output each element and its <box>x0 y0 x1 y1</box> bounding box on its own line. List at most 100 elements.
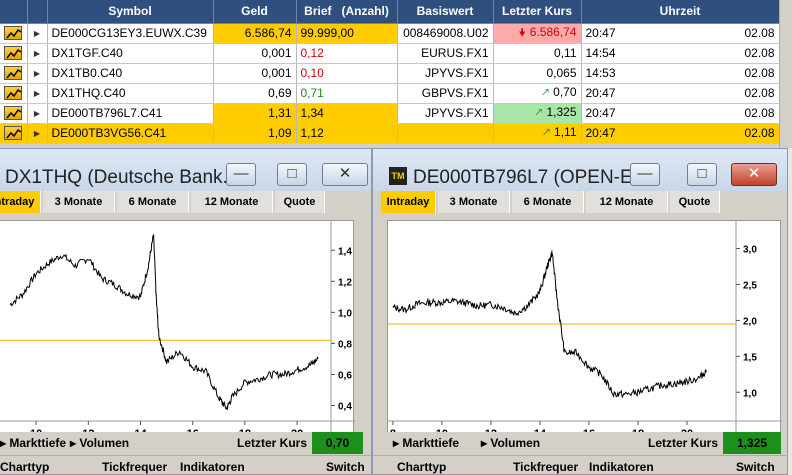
close-button[interactable]: ✕ <box>731 163 777 186</box>
letzter-kurs-label: Letzter Kurs <box>648 436 719 450</box>
intraday-chart[interactable]: 1,41,21,00,80,60,4101214161820 <box>0 220 355 445</box>
date-value: 02.08 <box>744 26 775 40</box>
table-row[interactable]: ▶ DE000CG13EY3.EUWX.C39 6.586,74 99.999,00 0… <box>0 23 780 44</box>
time-value: 14:54 <box>585 46 616 60</box>
cell-uhrzeit: 20:47 02.08 <box>581 123 780 144</box>
trend-up-icon: 🡕 <box>541 86 550 99</box>
cell-geld: 0,001 <box>213 63 297 84</box>
minimize-button[interactable]: — <box>226 163 256 186</box>
chart-window-dx1thq: DX1THQ (Deutsche Bank... — □ ✕ Intraday3… <box>0 148 372 475</box>
header-uhrzeit[interactable]: Uhrzeit <box>581 0 780 24</box>
chart-link-icon[interactable] <box>0 23 28 44</box>
cell-symbol: DX1THQ.C40 <box>47 83 214 104</box>
chart-link-icon[interactable] <box>0 123 28 144</box>
date-value: 02.08 <box>744 106 775 120</box>
markttiefe-label: Markttiefe <box>9 436 67 450</box>
charttyp-button[interactable]: Charttyp <box>0 460 49 474</box>
row-expand-icon[interactable]: ▶ <box>27 23 48 44</box>
tickfrequenz-button[interactable]: Tickfrequer <box>102 460 167 474</box>
table-header-row: Symbol Geld Brief (Anzahl) Basiswert Let… <box>0 0 780 24</box>
tab-intraday[interactable]: Intraday <box>381 191 436 213</box>
chart-link-icon[interactable] <box>0 43 28 64</box>
cell-basiswert: GBPVS.FX1 <box>397 83 494 104</box>
volumen-toggle[interactable]: ▸ Volumen <box>481 436 540 450</box>
header-letzter-kurs[interactable]: Letzter Kurs <box>493 0 582 24</box>
cell-brief: 1,12 <box>296 123 398 144</box>
tab-quote[interactable]: Quote <box>275 191 325 213</box>
header-geld[interactable]: Geld <box>213 0 297 24</box>
y-tick-label: 1,2 <box>338 277 352 288</box>
tickfrequenz-button[interactable]: Tickfrequer <box>513 460 578 474</box>
y-tick-label: 1,5 <box>743 352 757 363</box>
chart-svg: 3,02,52,01,51,08101214161820 <box>388 221 782 445</box>
status-bar: ▸ Markttiefe ▸ Volumen Letzter Kurs 1,32… <box>373 432 787 454</box>
date-value: 02.08 <box>744 66 775 80</box>
row-expand-icon[interactable]: ▶ <box>27 43 48 64</box>
cell-symbol: DX1TGF.C40 <box>47 43 214 64</box>
chart-link-icon[interactable] <box>0 83 28 104</box>
minimize-button[interactable]: — <box>630 163 660 186</box>
cell-basiswert: EURUS.FX1 <box>397 43 494 64</box>
trend-down-icon: 🠟 <box>518 26 526 39</box>
markttiefe-toggle[interactable]: ▸ Markttiefe <box>393 436 459 450</box>
indikatoren-button[interactable]: Indikatoren <box>180 460 245 474</box>
tab-12-monate[interactable]: 12 Monate <box>191 191 273 213</box>
table-row[interactable]: ▶ DX1TB0.C40 0,001 0,10 JPYVS.FX1 0,065 14:53 0… <box>0 63 780 84</box>
cell-geld: 0,001 <box>213 43 297 64</box>
trend-up-icon: 🡕 <box>535 106 543 119</box>
time-value: 20:47 <box>585 86 616 100</box>
cell-uhrzeit: 14:54 02.08 <box>581 43 780 64</box>
date-value: 02.08 <box>744 46 775 60</box>
table-row[interactable]: ▶ DX1TGF.C40 0,001 0,12 EURUS.FX1 0,11 14:54 02… <box>0 43 780 64</box>
row-expand-icon[interactable]: ▶ <box>27 123 48 144</box>
cell-brief: 1,34 <box>296 103 398 124</box>
table-row[interactable]: ▶ DE000TB3VG56.C41 1,09 1,12 🡕 1,11 20:47 02.08 <box>0 123 780 144</box>
chart-link-icon[interactable] <box>0 103 28 124</box>
chart-window-de000tb796l7: TM DE000TB796L7 (OPEN-E... — □ ✕ Intrada… <box>372 148 788 475</box>
tab-3-monate[interactable]: 3 Monate <box>43 191 115 213</box>
table-scrollbar[interactable] <box>779 0 792 148</box>
maximize-button[interactable]: □ <box>687 163 717 186</box>
time-value: 20:47 <box>585 106 616 120</box>
time-value: 20:47 <box>585 26 616 40</box>
header-basiswert[interactable]: Basiswert <box>397 0 494 24</box>
tab-6-monate[interactable]: 6 Monate <box>117 191 189 213</box>
header-symbol[interactable]: Symbol <box>47 0 214 24</box>
row-expand-icon[interactable]: ▶ <box>27 103 48 124</box>
chart-link-icon[interactable] <box>0 63 28 84</box>
row-expand-icon[interactable]: ▶ <box>27 63 48 84</box>
y-tick-label: 0,4 <box>338 401 352 412</box>
switch-button[interactable]: Switch <box>736 460 775 474</box>
header-brief[interactable]: Brief (Anzahl) <box>296 0 398 24</box>
close-button[interactable]: ✕ <box>322 163 368 186</box>
volumen-toggle[interactable]: ▸ Volumen <box>70 436 129 450</box>
cell-symbol: DE000TB796L7.C41 <box>47 103 214 124</box>
row-expand-icon[interactable]: ▶ <box>27 83 48 104</box>
tab-6-monate[interactable]: 6 Monate <box>512 191 584 213</box>
tab-quote[interactable]: Quote <box>670 191 720 213</box>
app-logo-icon: TM <box>389 167 407 185</box>
intraday-chart[interactable]: 3,02,52,01,51,08101214161820 <box>387 220 782 445</box>
header-arrow-col <box>27 0 48 24</box>
last-price-value: 1,325 <box>723 432 781 454</box>
table-row[interactable]: ▶ DX1THQ.C40 0,69 0,71 GBPVS.FX1 🡕 0,70 20:47 02… <box>0 83 780 104</box>
time-value: 20:47 <box>585 126 616 140</box>
cell-brief: 0,10 <box>296 63 398 84</box>
cell-geld: 1,09 <box>213 123 297 144</box>
cell-geld: 0,69 <box>213 83 297 104</box>
indikatoren-button[interactable]: Indikatoren <box>589 460 654 474</box>
tab-3-monate[interactable]: 3 Monate <box>438 191 510 213</box>
header-anzahl-label: (Anzahl) <box>341 4 389 19</box>
maximize-button[interactable]: □ <box>277 163 307 186</box>
table-row[interactable]: ▶ DE000TB796L7.C41 1,31 1,34 JPYVS.FX1 🡕 1,325… <box>0 103 780 124</box>
cell-brief: 0,12 <box>296 43 398 64</box>
markttiefe-toggle[interactable]: ▸ Markttiefe <box>0 436 66 450</box>
cell-symbol: DE000TB3VG56.C41 <box>47 123 214 144</box>
switch-button[interactable]: Switch <box>326 460 365 474</box>
charttyp-button[interactable]: Charttyp <box>397 460 446 474</box>
cell-basiswert <box>397 123 494 144</box>
tab-12-monate[interactable]: 12 Monate <box>586 191 668 213</box>
letzter-kurs-value: 1,11 <box>554 124 577 139</box>
price-series-line <box>9 233 319 410</box>
tab-intraday[interactable]: Intraday <box>0 191 41 213</box>
